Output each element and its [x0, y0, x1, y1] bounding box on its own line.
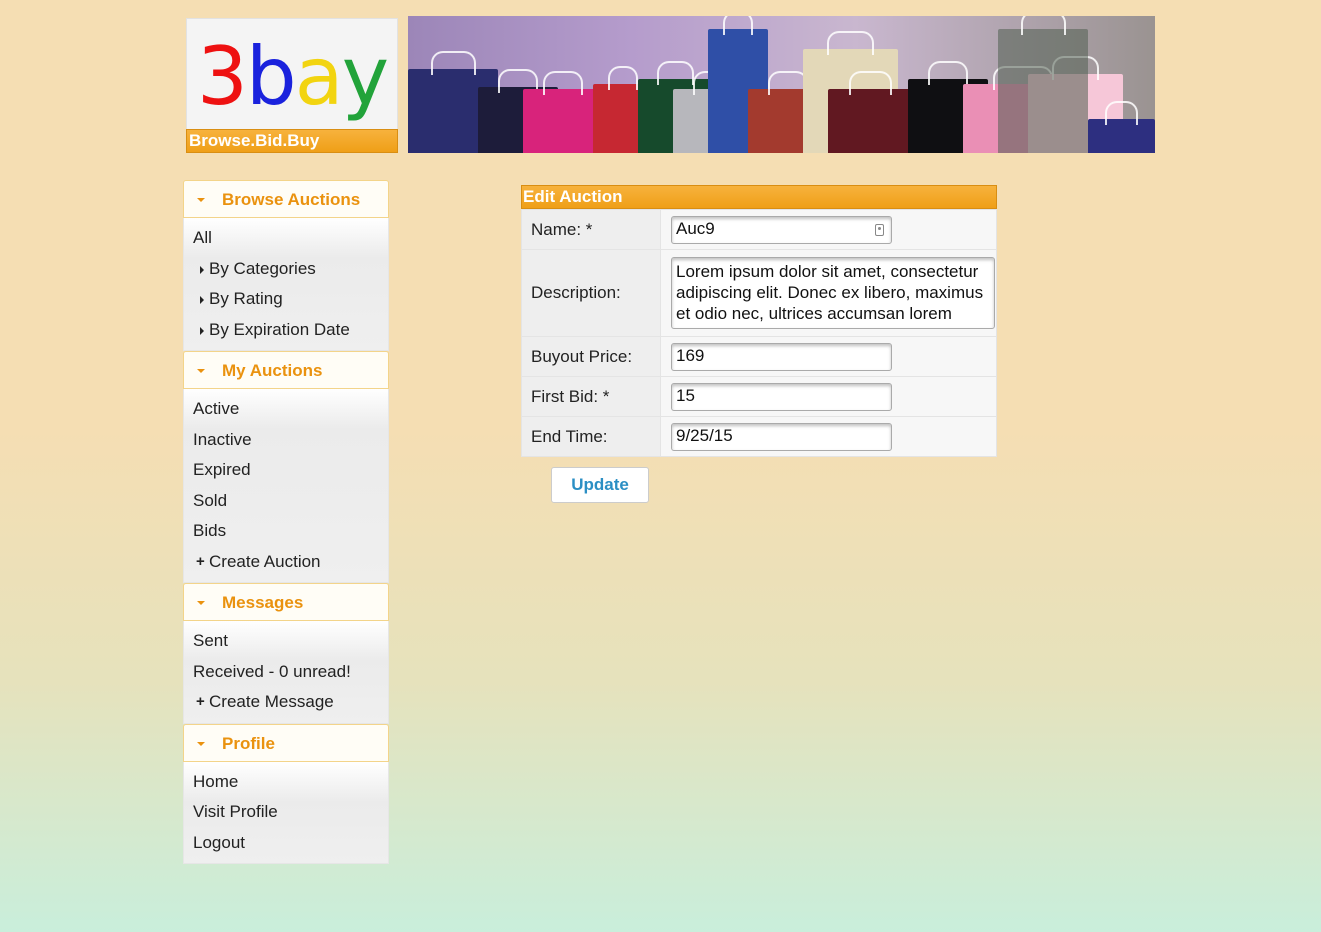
- bag-shape: [998, 16, 1088, 153]
- logo-letter-3: 3: [196, 30, 248, 123]
- site-logo[interactable]: 3bay Browse.Bid.Buy: [186, 18, 398, 153]
- sidebar-item-expired[interactable]: Expired: [184, 455, 388, 486]
- logo-letter-y: y: [341, 30, 389, 123]
- sidebar-item-by-expiration-date[interactable]: By Expiration Date: [184, 315, 388, 346]
- caret-right-icon: [200, 265, 204, 274]
- triangle-down-icon: [197, 198, 205, 202]
- section-header-profile[interactable]: Profile: [183, 723, 389, 762]
- name-input-value: Auc9: [676, 218, 715, 238]
- banner-image: [408, 16, 1155, 153]
- section-header-messages[interactable]: Messages: [183, 583, 389, 621]
- sidebar-item-all[interactable]: All: [184, 223, 388, 254]
- plus-icon: +: [196, 552, 205, 570]
- buyout-price-cell: 169: [660, 336, 997, 377]
- bag-shape: [828, 71, 913, 153]
- section-title: Profile: [222, 733, 275, 753]
- sidebar-item-sent[interactable]: Sent: [184, 626, 388, 657]
- sidebar-item-label: Create Auction: [209, 551, 321, 571]
- end-time-cell: 9/25/15: [660, 416, 997, 457]
- section-title: Browse Auctions: [222, 190, 361, 209]
- description-textarea[interactable]: Lorem ipsum dolor sit amet, consectetur …: [671, 257, 995, 329]
- sidebar-item-label: By Expiration Date: [209, 319, 350, 339]
- first-bid-label: First Bid: *: [521, 376, 661, 417]
- section-title: My Auctions: [222, 361, 323, 380]
- end-time-input[interactable]: 9/25/15: [671, 422, 892, 451]
- sidebar-item-label: By Rating: [209, 289, 283, 308]
- section-body-profile: Home Visit Profile Logout: [183, 761, 389, 864]
- sidebar-item-by-categories[interactable]: By Categories: [184, 254, 388, 285]
- sidebar-item-inactive[interactable]: Inactive: [184, 425, 388, 456]
- sidebar-item-bids[interactable]: Bids: [184, 516, 388, 547]
- description-label: Description:: [521, 249, 661, 337]
- plus-icon: +: [196, 693, 205, 710]
- form-table: Name: * Auc9 Description: Lorem ipsum do…: [521, 209, 997, 457]
- buyout-price-label: Buyout Price:: [521, 336, 661, 377]
- update-button[interactable]: Update: [551, 467, 649, 503]
- sidebar-item-sold[interactable]: Sold: [184, 486, 388, 517]
- section-body-browse-auctions: All By Categories By Rating By Expiratio…: [183, 218, 389, 351]
- caret-right-icon: [200, 326, 204, 335]
- logo-letter-b: b: [245, 30, 297, 123]
- logo-tagline: Browse.Bid.Buy: [186, 129, 398, 153]
- first-bid-cell: 15: [660, 376, 997, 417]
- sidebar-item-home[interactable]: Home: [184, 767, 388, 798]
- section-header-my-auctions[interactable]: My Auctions: [183, 351, 389, 389]
- sidebar-nav: Browse Auctions All By Categories By Rat…: [183, 180, 389, 864]
- name-label: Name: *: [521, 209, 661, 250]
- buyout-price-input[interactable]: 169: [671, 342, 892, 371]
- edit-auction-form: Edit Auction Name: * Auc9 Description: L…: [521, 185, 997, 457]
- end-time-label: End Time:: [521, 416, 661, 457]
- triangle-down-icon: [197, 601, 205, 605]
- section-title: Messages: [222, 593, 304, 612]
- section-body-my-auctions: Active Inactive Expired Sold Bids + Creat…: [183, 389, 389, 583]
- first-bid-input[interactable]: 15: [671, 382, 892, 411]
- description-cell: Lorem ipsum dolor sit amet, consectetur …: [660, 249, 997, 337]
- sidebar-item-visit-profile[interactable]: Visit Profile: [184, 797, 388, 828]
- sidebar-item-label: Create Message: [209, 692, 334, 711]
- contact-card-icon[interactable]: [875, 223, 884, 236]
- name-cell: Auc9: [660, 209, 997, 250]
- caret-right-icon: [200, 296, 204, 304]
- logo-letter-a: a: [294, 30, 344, 123]
- name-input[interactable]: Auc9: [671, 215, 892, 244]
- sidebar-item-received[interactable]: Received - 0 unread!: [184, 657, 388, 688]
- bag-shape: [523, 71, 603, 153]
- sidebar-item-by-rating[interactable]: By Rating: [184, 284, 388, 315]
- sidebar-item-logout[interactable]: Logout: [184, 828, 388, 859]
- triangle-down-icon: [197, 741, 205, 746]
- sidebar-item-create-auction[interactable]: + Create Auction: [184, 547, 388, 578]
- section-header-browse-auctions[interactable]: Browse Auctions: [183, 180, 389, 218]
- bag-shape: [1088, 101, 1155, 153]
- form-title: Edit Auction: [521, 185, 997, 209]
- logo-wordmark: 3bay: [187, 31, 397, 123]
- sidebar-item-create-message[interactable]: + Create Message: [184, 687, 388, 718]
- triangle-down-icon: [197, 369, 205, 373]
- sidebar-item-label: By Categories: [209, 258, 316, 278]
- section-body-messages: Sent Received - 0 unread! + Create Messag…: [183, 621, 389, 724]
- sidebar-item-active[interactable]: Active: [184, 394, 388, 425]
